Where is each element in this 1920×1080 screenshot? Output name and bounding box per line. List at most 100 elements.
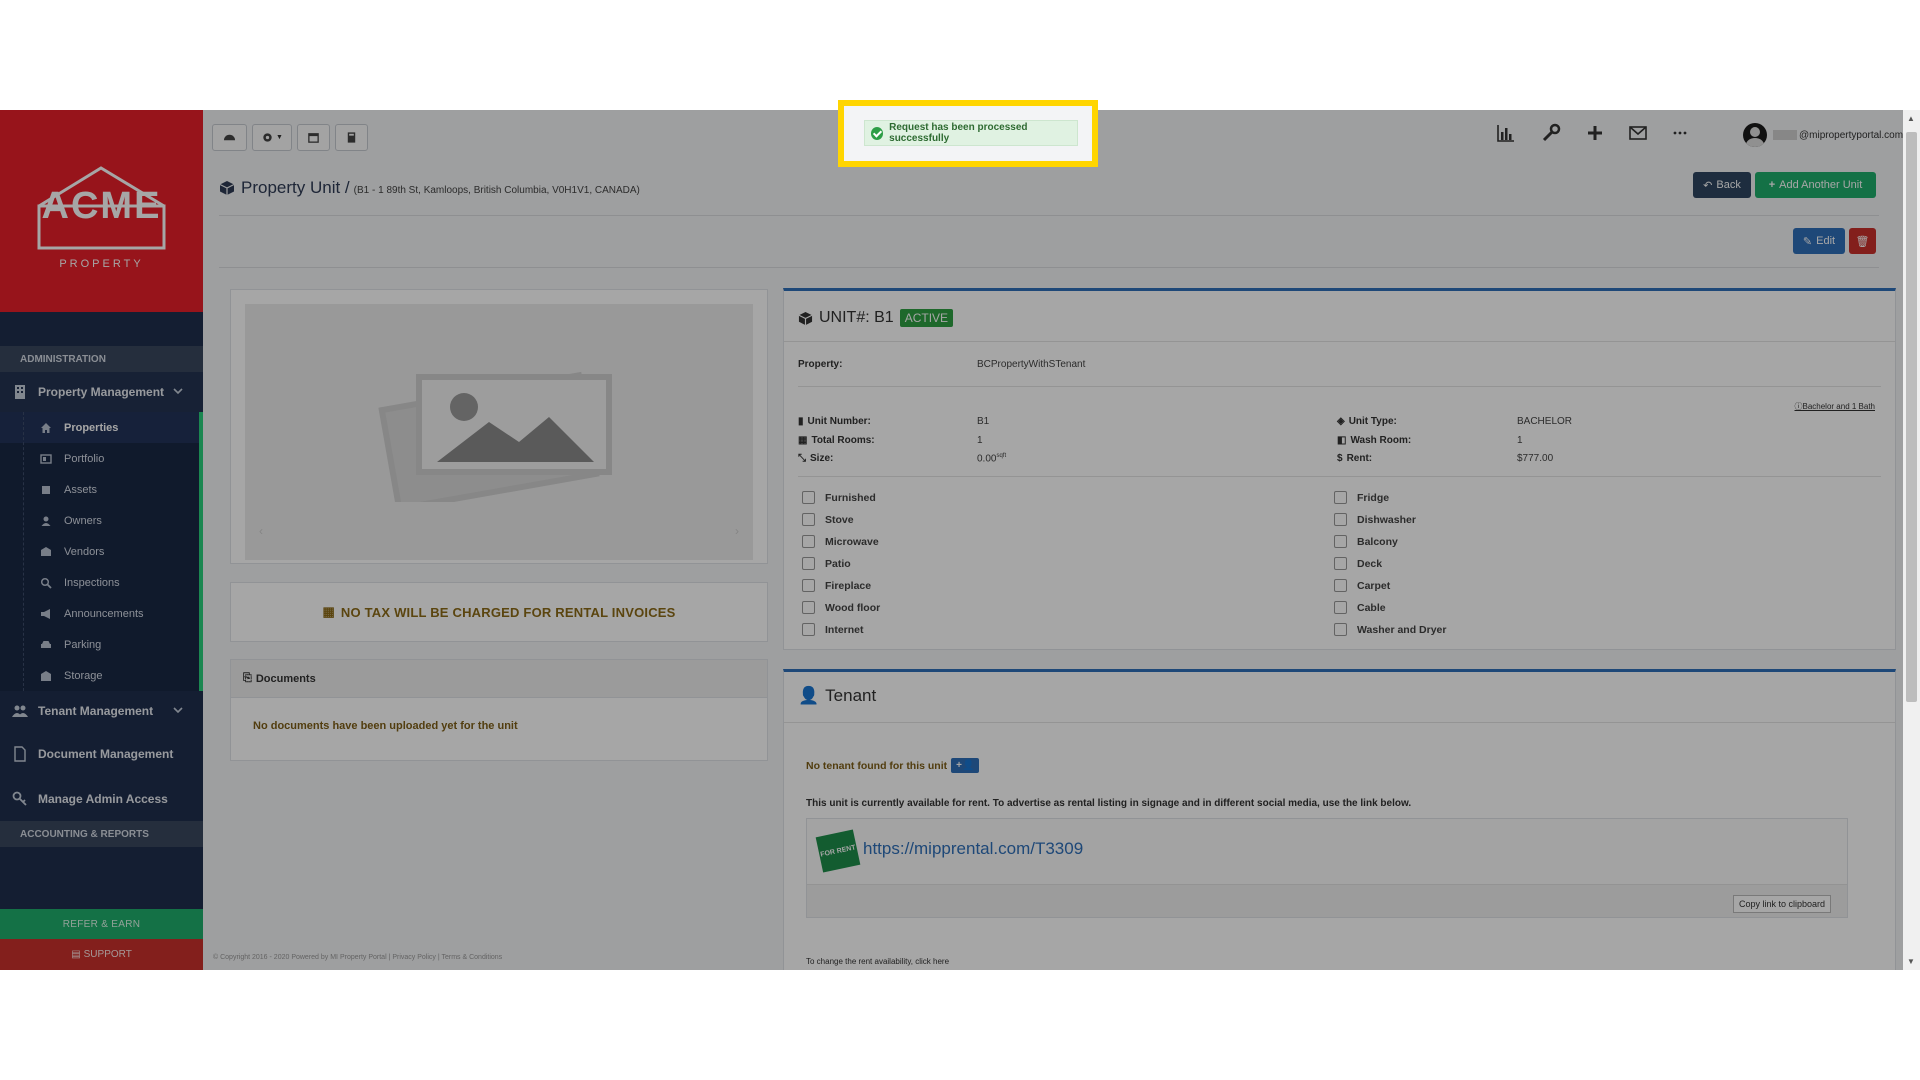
check-circle-icon	[871, 126, 884, 140]
size-label-text: Size:	[810, 453, 834, 464]
calculator-icon: ▦	[322, 604, 335, 619]
amenity-checkbox[interactable]	[1334, 623, 1347, 636]
amenity-checkbox[interactable]	[1334, 601, 1347, 614]
nav-manage-admin-access[interactable]: Manage Admin Access	[0, 777, 203, 821]
amenity-checkbox[interactable]	[1334, 513, 1347, 526]
unit-type-label: ◈ Unit Type:	[1337, 416, 1397, 427]
amenity-checkbox[interactable]	[802, 491, 815, 504]
amenity-checkbox[interactable]	[802, 513, 815, 526]
total-rooms-label: ▦ Total Rooms:	[798, 435, 875, 446]
wash-room-label: ◧ Wash Room:	[1337, 435, 1411, 446]
divider	[219, 267, 1879, 268]
calendar-button[interactable]	[297, 124, 330, 151]
support-label: SUPPORT	[83, 949, 132, 960]
unit-description-link[interactable]: ⓘBachelor and 1 Bath	[1795, 401, 1876, 412]
scrollbar-thumb[interactable]	[1906, 132, 1917, 702]
amenity-checkbox[interactable]	[802, 579, 815, 592]
amenity-item: Cable	[1334, 601, 1386, 614]
vendor-icon	[41, 546, 51, 556]
scroll-up-icon[interactable]: ▲	[1907, 114, 1915, 123]
settings-dropdown-button[interactable]: ▼	[252, 124, 292, 151]
calculator-button[interactable]	[335, 124, 368, 151]
unit-description-text: Bachelor and 1 Bath	[1802, 402, 1876, 411]
amenity-checkbox[interactable]	[1334, 491, 1347, 504]
nav-tenant-management-label: Tenant Management	[38, 704, 154, 718]
sidebar-item-properties[interactable]: Properties	[0, 412, 199, 443]
nav-manage-admin-access-label: Manage Admin Access	[38, 792, 168, 806]
amenity-checkbox[interactable]	[802, 623, 815, 636]
image-placeholder[interactable]: ‹ ›	[245, 304, 753, 560]
delete-button[interactable]: 🗑	[1849, 228, 1876, 254]
refer-earn-button[interactable]: REFER & EARN	[0, 909, 203, 939]
amenity-label: Balcony	[1357, 535, 1398, 548]
amenity-checkbox[interactable]	[1334, 579, 1347, 592]
info-icon: ⓘ	[1794, 402, 1803, 411]
plus-icon[interactable]	[1585, 123, 1605, 143]
size-value: 0.00sqft	[977, 453, 1006, 464]
support-button[interactable]: ▤ SUPPORT	[0, 939, 203, 970]
sidebar-item-owners[interactable]: Owners	[0, 505, 199, 536]
nav-tenant-management[interactable]: Tenant Management	[0, 691, 203, 731]
nav-document-management[interactable]: Document Management	[0, 731, 203, 777]
more-icon[interactable]	[1670, 123, 1690, 143]
nav-property-management-label: Property Management	[38, 385, 165, 399]
amenity-label: Washer and Dryer	[1357, 623, 1447, 636]
building-icon: ▮	[798, 416, 804, 427]
storage-icon	[41, 670, 51, 681]
success-notification-highlight: Request has been processed successfully	[838, 100, 1098, 167]
wrench-icon[interactable]	[1541, 123, 1561, 143]
add-tenant-button[interactable]: +👤	[951, 758, 980, 773]
amenity-checkbox[interactable]	[1334, 535, 1347, 548]
company-logo[interactable]: ACME PROPERTY	[0, 110, 203, 312]
add-another-unit-button[interactable]: + Add Another Unit	[1755, 172, 1876, 198]
amenity-checkbox[interactable]	[802, 557, 815, 570]
amenity-item: Stove	[802, 513, 854, 526]
sidebar-item-storage[interactable]: Storage	[0, 660, 199, 691]
amenity-checkbox[interactable]	[1334, 557, 1347, 570]
copy-link-button[interactable]: Copy link to clipboard	[1732, 895, 1831, 913]
amenity-checkbox[interactable]	[802, 601, 815, 614]
back-button[interactable]: ↶ Back	[1693, 172, 1751, 198]
size-value-text: 0.00	[977, 453, 997, 465]
unit-title: UNIT#: B1	[819, 309, 894, 326]
sidebar-item-vendors[interactable]: Vendors	[0, 536, 199, 567]
chart-icon[interactable]	[1496, 123, 1516, 143]
carousel-prev-icon[interactable]: ‹	[259, 524, 263, 538]
scroll-down-icon[interactable]: ▼	[1907, 957, 1915, 966]
nav-document-management-label: Document Management	[38, 747, 174, 761]
mail-icon[interactable]	[1628, 123, 1648, 143]
user-menu[interactable]: @mipropertyportal.com ⌄	[1743, 123, 1912, 147]
success-notification[interactable]: Request has been processed successfully	[864, 120, 1078, 146]
nav-property-management[interactable]: Property Management	[0, 372, 203, 412]
logo-subtext: PROPERTY	[59, 258, 144, 270]
sidebar-item-parking[interactable]: Parking	[0, 629, 199, 660]
sidebar-item-label: Storage	[64, 669, 103, 682]
success-message: Request has been processed successfully	[889, 122, 1028, 144]
edit-button[interactable]: ✎ Edit	[1793, 228, 1845, 254]
sidebar-item-announcements[interactable]: Announcements	[0, 598, 199, 629]
rental-link[interactable]: https://mipprental.com/T3309	[863, 839, 1083, 859]
scrollbar[interactable]: ▲ ▼	[1903, 110, 1920, 970]
no-tenant-message: No tenant found for this unit +👤	[806, 758, 980, 773]
rent-availability-note[interactable]: To change the rent availability, click h…	[806, 957, 949, 966]
expand-icon: ⤡	[798, 453, 806, 464]
amenity-item: Internet	[802, 623, 864, 636]
amenity-checkbox[interactable]	[802, 535, 815, 548]
bath-icon: ◧	[1337, 435, 1347, 446]
building-icon	[15, 385, 25, 399]
divider	[219, 215, 1879, 216]
sidebar-item-label: Assets	[64, 483, 98, 496]
rental-link-box: FOR RENT https://mipprental.com/T3309 Co…	[806, 818, 1848, 918]
amenity-item: Fridge	[1334, 491, 1389, 504]
sidebar-item-inspections[interactable]: Inspections	[0, 567, 199, 598]
dashboard-icon	[223, 134, 236, 141]
cube-icon: ◈	[1337, 416, 1345, 427]
status-badge: ACTIVE	[899, 309, 954, 327]
unit-type-value: BACHELOR	[1517, 416, 1573, 427]
dashboard-button[interactable]	[212, 124, 247, 151]
carousel-next-icon[interactable]: ›	[735, 524, 739, 538]
user-icon: 👤	[798, 686, 820, 705]
sidebar-item-assets[interactable]: Assets	[0, 474, 199, 505]
accounting-header: ACCOUNTING & REPORTS	[0, 821, 203, 847]
sidebar-item-portfolio[interactable]: Portfolio	[0, 443, 199, 474]
